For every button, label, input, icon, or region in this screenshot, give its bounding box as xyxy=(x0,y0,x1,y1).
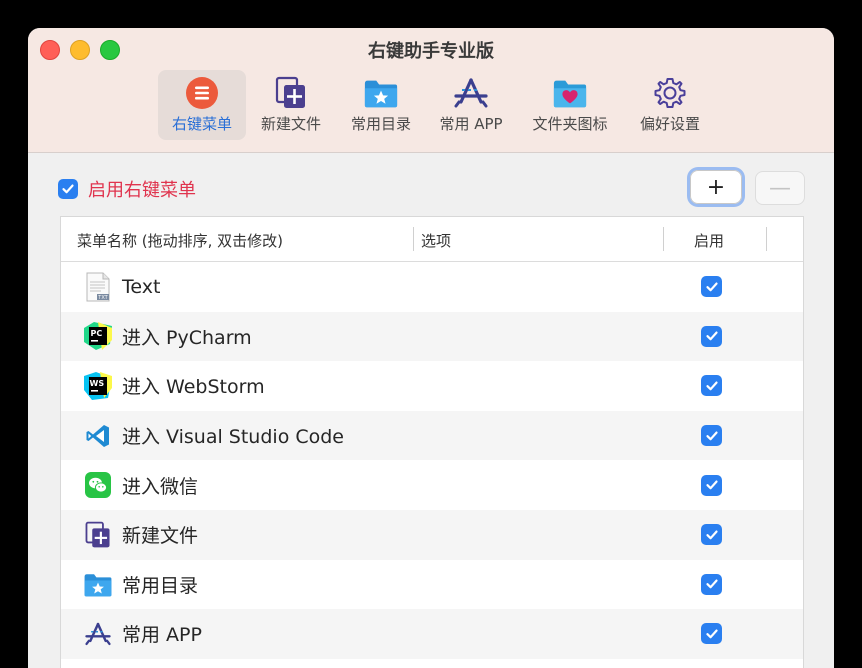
svg-text:WS: WS xyxy=(90,379,105,388)
table-header: 菜单名称 (拖动排序, 双击修改) 选项 启用 xyxy=(61,217,803,262)
titlebar: 右键助手专业版 右键菜单 新建文件 常用目录 常用 APP 文件夹图标 偏好设置 xyxy=(28,28,834,153)
row-enable-checkbox[interactable] xyxy=(701,623,722,645)
tab-folder-icons[interactable]: 文件夹图标 xyxy=(520,70,620,140)
table-row[interactable]: 进入微信 xyxy=(61,460,803,510)
column-header-options[interactable]: 选项 xyxy=(421,230,451,251)
vscode-icon xyxy=(83,421,113,451)
folder-star-icon xyxy=(363,75,399,111)
enable-label: 启用右键菜单 xyxy=(88,180,196,201)
tab-label: 常用目录 xyxy=(350,115,411,133)
row-enable-checkbox[interactable] xyxy=(701,425,722,447)
column-header-name[interactable]: 菜单名称 (拖动排序, 双击修改) xyxy=(77,230,283,251)
menu-list-icon xyxy=(184,75,220,111)
row-label: 进入 WebStorm xyxy=(122,376,265,399)
svg-text:TXT: TXT xyxy=(97,295,108,301)
text-file-icon: TXT xyxy=(83,272,113,302)
folder-star-icon xyxy=(83,569,113,599)
gear-icon xyxy=(652,75,688,111)
row-enable-checkbox[interactable] xyxy=(701,573,722,595)
app-store-icon xyxy=(453,75,489,111)
row-enable-checkbox[interactable] xyxy=(701,474,722,496)
table-row[interactable]: PC 进入 PyCharm xyxy=(61,311,803,362)
new-file-icon xyxy=(273,75,309,111)
table-row[interactable]: 进入 Visual Studio Code xyxy=(61,410,803,461)
window-title: 右键助手专业版 xyxy=(368,41,494,62)
row-label: 新建文件 xyxy=(122,525,199,548)
webstorm-icon: WS xyxy=(83,371,113,401)
tab-favorite-folders[interactable]: 常用目录 xyxy=(340,70,422,140)
new-file-icon xyxy=(83,520,113,550)
table-row[interactable]: TXT Text xyxy=(61,262,803,312)
tab-label: 常用 APP xyxy=(439,115,503,133)
table-row[interactable]: WS 进入 WebStorm xyxy=(61,361,803,411)
column-header-enabled[interactable]: 启用 xyxy=(694,230,724,251)
row-label: 常用目录 xyxy=(122,574,199,597)
column-divider[interactable] xyxy=(413,227,414,251)
add-item-button[interactable]: + xyxy=(690,170,742,204)
row-enable-checkbox[interactable] xyxy=(701,325,722,347)
tab-new-file[interactable]: 新建文件 xyxy=(250,70,332,140)
tab-label: 文件夹图标 xyxy=(532,115,608,133)
column-divider[interactable] xyxy=(663,227,664,251)
wechat-icon xyxy=(83,470,113,500)
table-row[interactable]: 新建文件 xyxy=(61,510,803,560)
tab-label: 偏好设置 xyxy=(639,115,700,133)
tab-context-menu[interactable]: 右键菜单 xyxy=(158,70,246,140)
tab-label: 右键菜单 xyxy=(171,115,232,133)
row-label: 进入微信 xyxy=(122,475,199,498)
row-label: Text xyxy=(122,275,161,298)
pycharm-icon: PC xyxy=(83,321,113,351)
tab-label: 新建文件 xyxy=(260,115,321,133)
menu-items-table: 菜单名称 (拖动排序, 双击修改) 选项 启用 TXT Text PC 进入 P… xyxy=(60,216,804,668)
row-label: 进入 Visual Studio Code xyxy=(122,426,344,449)
row-label: 常用 APP xyxy=(122,624,202,647)
row-enable-checkbox[interactable] xyxy=(701,276,722,298)
enable-checkbox[interactable] xyxy=(58,179,78,199)
tab-favorite-apps[interactable]: 常用 APP xyxy=(430,70,512,140)
app-window: 右键助手专业版 右键菜单 新建文件 常用目录 常用 APP 文件夹图标 偏好设置… xyxy=(28,28,834,668)
tab-preferences[interactable]: 偏好设置 xyxy=(628,70,712,140)
app-store-icon xyxy=(83,619,113,649)
table-row[interactable]: 常用目录 xyxy=(61,560,803,610)
enable-context-menu-toggle[interactable]: 启用右键菜单 xyxy=(58,176,196,202)
table-row[interactable]: 常用 APP xyxy=(61,609,803,659)
row-label: 进入 PyCharm xyxy=(122,326,252,349)
folder-heart-icon xyxy=(552,75,588,111)
row-enable-checkbox[interactable] xyxy=(701,375,722,397)
svg-text:PC: PC xyxy=(91,329,103,338)
remove-item-button[interactable]: — xyxy=(755,171,805,205)
content-area: 启用右键菜单 + — 菜单名称 (拖动排序, 双击修改) 选项 启用 TXT T… xyxy=(28,153,834,668)
row-enable-checkbox[interactable] xyxy=(701,524,722,546)
column-divider[interactable] xyxy=(766,227,767,251)
